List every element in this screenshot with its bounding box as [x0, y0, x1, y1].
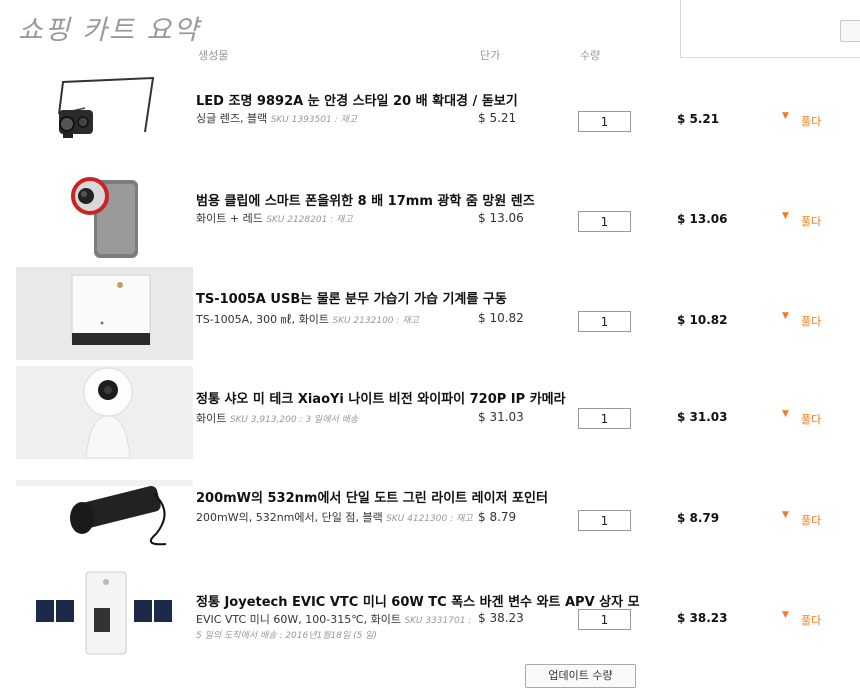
product-variant: 200mW의, 532nm에서, 단일 점, 블랙 SKU 4121300 : … — [196, 511, 476, 526]
product-variant: 화이트 SKU 3,913,200 : 3 일에서 배송 — [196, 412, 476, 427]
product-variant: TS-1005A, 300 ㎖, 화이트 SKU 2132100 : 재고 — [196, 313, 476, 328]
quantity-input[interactable] — [578, 510, 631, 531]
product-variant: EVIC VTC 미니 60W, 100-315℃, 화이트 SKU 33317… — [196, 613, 476, 643]
quantity-input[interactable] — [578, 311, 631, 332]
product-name[interactable]: LED 조명 9892A 눈 안경 스타일 20 배 확대경 / 돋보기 — [196, 90, 666, 109]
caret-down-icon: ▼ — [782, 510, 789, 520]
product-image[interactable] — [60, 170, 150, 262]
product-name[interactable]: TS-1005A USB는 물론 분무 가습기 가습 기계를 구동 — [196, 288, 666, 307]
product-name[interactable]: 200mW의 532nm에서 단일 도트 그린 라이트 레이저 포인터 — [196, 487, 666, 506]
product-name[interactable]: 정통 샤오 미 테크 XiaoYi 나이트 비전 와이파이 720P IP 카메… — [196, 388, 666, 407]
cart-item-row: 200mW의 532nm에서 단일 도트 그린 라이트 레이저 포인터 200m… — [0, 466, 860, 566]
line-total: $ 31.03 — [677, 410, 728, 424]
caret-down-icon: ▼ — [782, 111, 789, 121]
caret-down-icon: ▼ — [782, 211, 789, 221]
caret-down-icon: ▼ — [782, 610, 789, 620]
line-total: $ 10.82 — [677, 313, 728, 327]
variant-text: 200mW의, 532nm에서, 단일 점, 블랙 — [196, 511, 383, 524]
unit-price: $ 10.82 — [478, 311, 524, 325]
line-total: $ 38.23 — [677, 611, 728, 625]
column-header-unit-price: 단가 — [480, 49, 501, 62]
product-image[interactable] — [30, 568, 180, 660]
cart-item-row: LED 조명 9892A 눈 안경 스타일 20 배 확대경 / 돋보기 싱글 … — [0, 70, 860, 170]
line-total: $ 13.06 — [677, 212, 728, 226]
cart-item-row: TS-1005A USB는 물론 분무 가습기 가습 기계를 구동 TS-100… — [0, 267, 860, 367]
quantity-input[interactable] — [578, 211, 631, 232]
sku-note: SKU 4121300 : 재고 — [386, 514, 473, 524]
variant-text: 화이트 — [196, 412, 227, 425]
cart-item-row: 정통 Joyetech EVIC VTC 미니 60W TC 폭스 바겐 변수 … — [0, 566, 860, 666]
quantity-input[interactable] — [578, 609, 631, 630]
product-image[interactable] — [16, 267, 193, 360]
sku-note: SKU 2128201 : 재고 — [266, 215, 353, 225]
summary-button[interactable]: 원 — [840, 20, 860, 42]
variant-text: TS-1005A, 300 ㎖, 화이트 — [196, 313, 330, 326]
remove-link[interactable]: 풀다 — [801, 512, 821, 528]
remove-link[interactable]: 풀다 — [801, 113, 821, 129]
unit-price: $ 8.79 — [478, 510, 517, 524]
variant-text: EVIC VTC 미니 60W, 100-315℃, 화이트 — [196, 613, 401, 626]
order-summary-panel — [680, 0, 860, 58]
cart-item-row: 범용 클립에 스마트 폰을위한 8 배 17mm 광학 줌 망원 렌즈 화이트 … — [0, 170, 860, 270]
product-image[interactable] — [45, 72, 165, 152]
unit-price: $ 38.23 — [478, 611, 524, 625]
unit-price: $ 5.21 — [478, 111, 517, 125]
variant-text: 싱글 렌즈, 블랙 — [196, 112, 268, 125]
caret-down-icon: ▼ — [782, 409, 789, 419]
product-image[interactable] — [16, 472, 193, 552]
page-title: 쇼핑 카트 요약 — [18, 15, 201, 46]
unit-price: $ 13.06 — [478, 211, 524, 225]
product-name[interactable]: 범용 클립에 스마트 폰을위한 8 배 17mm 광학 줌 망원 렌즈 — [196, 190, 666, 209]
quantity-input[interactable] — [578, 408, 631, 429]
remove-link[interactable]: 풀다 — [801, 213, 821, 229]
cart-item-row: 정통 샤오 미 테크 XiaoYi 나이트 비전 와이파이 720P IP 카메… — [0, 366, 860, 466]
caret-down-icon: ▼ — [782, 311, 789, 321]
line-total: $ 8.79 — [677, 511, 720, 525]
column-header-quantity: 수량 — [580, 49, 601, 62]
sku-note: SKU 1393501 : 재고 — [270, 115, 358, 125]
product-name[interactable]: 정통 Joyetech EVIC VTC 미니 60W TC 폭스 바겐 변수 … — [196, 591, 666, 610]
variant-text: 화이트 + 레드 — [196, 212, 263, 225]
remove-link[interactable]: 풀다 — [801, 313, 821, 329]
column-header-product: 생성물 — [198, 49, 229, 62]
remove-link[interactable]: 풀다 — [801, 411, 821, 427]
sku-note: SKU 2132100 : 재고 — [332, 316, 419, 326]
line-total: $ 5.21 — [677, 112, 720, 126]
product-variant: 화이트 + 레드 SKU 2128201 : 재고 — [196, 212, 476, 227]
unit-price: $ 31.03 — [478, 410, 524, 424]
update-quantity-button[interactable]: 업데이트 수량 — [525, 664, 636, 688]
quantity-input[interactable] — [578, 111, 631, 132]
product-image[interactable] — [16, 366, 193, 459]
sku-note: SKU 3,913,200 : 3 일에서 배송 — [229, 415, 359, 425]
remove-link[interactable]: 풀다 — [801, 612, 821, 628]
product-variant: 싱글 렌즈, 블랙 SKU 1393501 : 재고 — [196, 112, 476, 127]
